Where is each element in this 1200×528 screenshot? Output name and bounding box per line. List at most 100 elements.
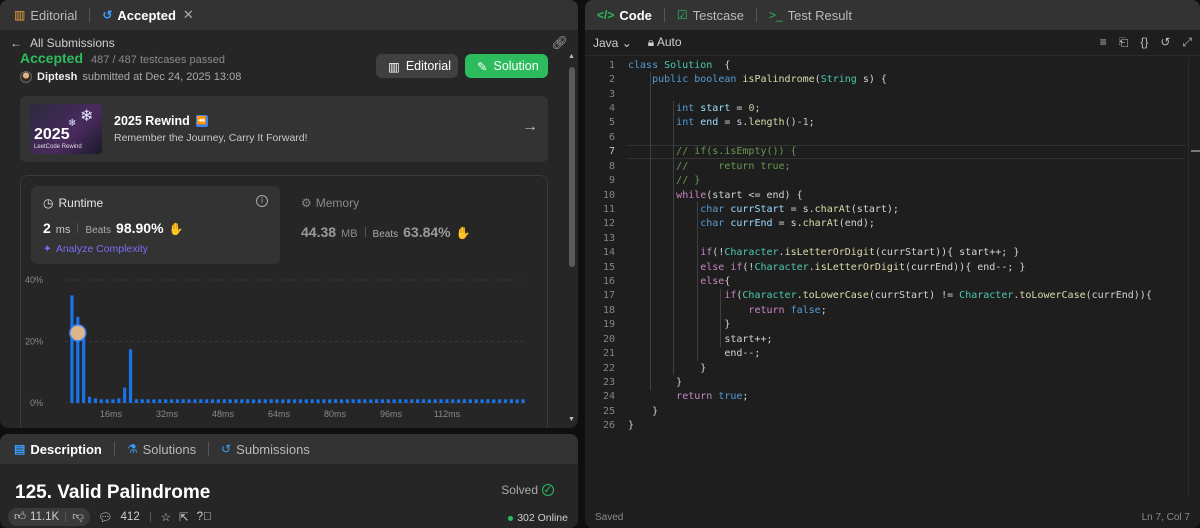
chart-bar[interactable] [357, 399, 361, 403]
chart-bar[interactable] [246, 399, 250, 403]
chart-bar[interactable] [128, 349, 133, 403]
rewind-banner[interactable]: ❄ ❄ 2025 LeetCode Rewind 2025 Rewind ⏪ R… [20, 96, 548, 162]
chart-bar[interactable] [281, 399, 285, 403]
chart-bar[interactable] [480, 399, 484, 403]
chart-bar[interactable] [333, 399, 338, 403]
tab-solutions[interactable]: ⚗ Solutions [121, 438, 202, 460]
info-icon[interactable]: i [256, 195, 268, 207]
chart-bar[interactable] [87, 396, 92, 403]
help-icon[interactable]: ?⃝ [197, 511, 212, 523]
scroll-down-icon[interactable]: ▼ [568, 416, 575, 423]
chart-bar[interactable] [216, 399, 221, 403]
all-submissions-link[interactable]: ← All Submissions [10, 36, 115, 50]
chart-bar[interactable] [345, 399, 349, 403]
chart-bar[interactable] [181, 399, 185, 403]
braces-icon[interactable]: {} [1140, 35, 1148, 50]
thumbs-down-icon[interactable]: 👎︎ [72, 510, 84, 524]
close-icon[interactable]: ✕ [183, 7, 194, 23]
chart-bar[interactable] [415, 399, 420, 403]
tab-accepted[interactable]: ↺ Accepted ✕ [96, 4, 200, 26]
chart-bar[interactable] [369, 399, 373, 403]
chart-bar[interactable] [374, 399, 379, 403]
chart-bar[interactable] [263, 399, 267, 403]
chart-bar[interactable] [457, 399, 461, 403]
chart-bar[interactable] [134, 399, 138, 403]
chart-bar[interactable] [123, 387, 127, 403]
chart-bar[interactable] [445, 399, 449, 403]
chart-bar[interactable] [158, 399, 162, 403]
comment-icon[interactable]: 💬︎ [98, 510, 113, 524]
chart-bar[interactable] [451, 399, 455, 403]
chart-bar[interactable] [187, 399, 191, 403]
chart-bar[interactable] [193, 399, 197, 403]
chart-bar[interactable] [421, 399, 426, 403]
chart-bar[interactable] [492, 399, 496, 403]
chart-bar[interactable] [152, 399, 156, 403]
chart-bar[interactable] [234, 399, 238, 403]
chart-bar[interactable] [322, 399, 326, 403]
chart-bar[interactable] [228, 399, 232, 403]
chart-bar[interactable] [117, 398, 121, 403]
my-submission-marker[interactable] [69, 324, 87, 342]
scroll-up-icon[interactable]: ▲ [568, 53, 575, 60]
chart-bar[interactable] [199, 399, 203, 403]
chart-bar[interactable] [70, 295, 74, 403]
chart-bar[interactable] [433, 399, 437, 403]
chart-bar[interactable] [386, 399, 390, 403]
fullscreen-icon[interactable]: ⤢ [1182, 35, 1192, 50]
chart-bar[interactable] [316, 399, 320, 403]
chart-bar[interactable] [169, 399, 174, 403]
chart-bar[interactable] [164, 399, 168, 403]
chart-bar[interactable] [351, 399, 355, 403]
avatar[interactable] [20, 71, 32, 83]
chart-bar[interactable] [175, 399, 180, 403]
chart-bar[interactable] [146, 399, 150, 403]
language-select[interactable]: Java ⌄ [593, 36, 632, 50]
tab-editorial[interactable]: ▥ Editorial [8, 4, 83, 26]
chart-bar[interactable] [509, 399, 513, 403]
tab-submissions[interactable]: ↺ Submissions [215, 438, 316, 460]
scrollbar-thumb[interactable] [569, 67, 575, 267]
chart-bar[interactable] [515, 399, 519, 403]
chart-bar[interactable] [398, 399, 402, 403]
mode-toggle[interactable]: 🔒︎ Auto [648, 35, 682, 50]
tab-test-result[interactable]: >_ Test Result [763, 4, 858, 26]
chart-bar[interactable] [339, 399, 344, 403]
chart-bar[interactable] [474, 399, 478, 403]
chart-bar[interactable] [410, 399, 414, 403]
link-icon[interactable]: 🔗︎ [551, 35, 568, 51]
format-icon[interactable]: ≡ [1100, 35, 1107, 50]
star-icon[interactable]: ☆ [161, 510, 171, 524]
tab-description[interactable]: ▤ Description [8, 438, 108, 460]
editorial-button[interactable]: ▥ Editorial [376, 54, 458, 78]
runtime-card[interactable]: ◷ Runtime i 2 ms Beats 98.90% ✋ ✦ Analyz… [31, 186, 280, 264]
scrollbar[interactable]: ▲ ▼ [568, 53, 575, 423]
chart-bar[interactable] [105, 399, 109, 403]
solution-button[interactable]: ✎ Solution [465, 54, 548, 78]
chart-bar[interactable] [140, 399, 144, 403]
editor-scrollbar[interactable] [1188, 58, 1200, 498]
chart-bar[interactable] [287, 399, 291, 403]
runtime-distribution-chart[interactable]: 40% 20% 0% 16ms 32ms 48ms 64ms 80ms 96ms 112ms [21, 276, 549, 426]
chart-bar[interactable] [439, 399, 443, 403]
arrow-right-icon[interactable]: → [522, 118, 538, 136]
chart-bar[interactable] [392, 399, 396, 403]
bookmark-icon[interactable]: ⎗ [1119, 35, 1129, 50]
chart-bar[interactable] [82, 335, 86, 403]
chart-bar[interactable] [404, 399, 408, 403]
tab-code[interactable]: </> Code [591, 4, 658, 26]
chart-bar[interactable] [251, 399, 256, 403]
code-editor[interactable]: 1 class Solution {2 public boolean isPali… [585, 58, 1200, 498]
chart-bar[interactable] [222, 399, 226, 403]
chart-bar[interactable] [363, 399, 367, 403]
reset-icon[interactable]: ↺ [1160, 35, 1170, 50]
chart-bar[interactable] [468, 399, 472, 403]
chart-bar[interactable] [275, 399, 279, 403]
chart-bar[interactable] [298, 399, 303, 403]
chart-bar[interactable] [462, 399, 467, 403]
chart-bar[interactable] [328, 399, 332, 403]
tab-testcase[interactable]: ☑ Testcase [671, 4, 750, 26]
chart-bar[interactable] [486, 399, 490, 403]
chart-bar[interactable] [427, 399, 431, 403]
chart-bar[interactable] [521, 399, 525, 403]
